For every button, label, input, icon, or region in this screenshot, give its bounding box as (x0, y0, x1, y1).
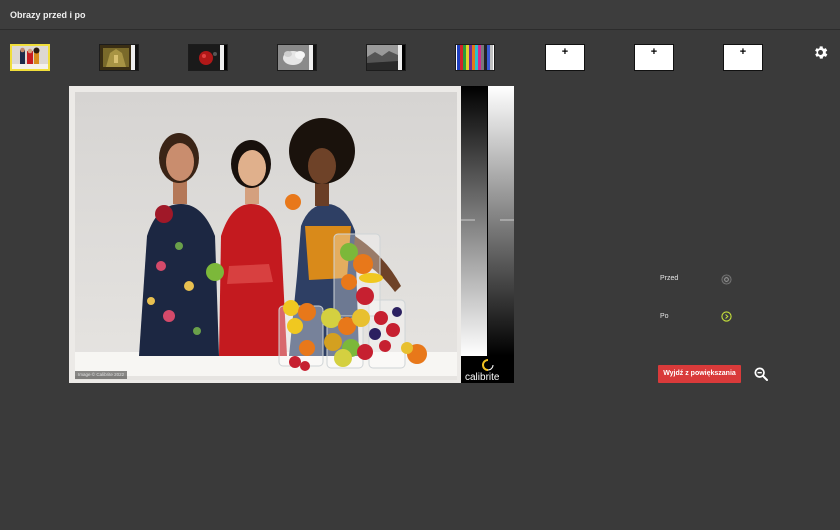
before-after-photo: Image © Calibrite 2022 (69, 86, 461, 383)
thumbnail-image (100, 45, 138, 70)
thumbnail-interior[interactable] (99, 44, 139, 71)
thumbnail-empty-slot-2[interactable]: + (634, 44, 674, 71)
thumbnail-group-portrait[interactable] (10, 44, 50, 71)
before-label: Przed (660, 275, 679, 282)
before-radio[interactable] (721, 274, 732, 285)
thumbnail-image (367, 45, 405, 70)
plus-icon: + (739, 46, 747, 58)
after-radio[interactable] (721, 311, 732, 322)
plus-icon: + (650, 46, 658, 58)
thumbnail-red-object[interactable] (188, 44, 228, 71)
thumbnail-bw-landscape[interactable] (366, 44, 406, 71)
exit-zoom-button[interactable]: Wyjdź z powiększania (658, 365, 741, 383)
thumbnail-image (12, 46, 48, 69)
thumbnail-color-bars[interactable] (455, 44, 495, 71)
thumbnail-image (189, 45, 227, 70)
calibrite-logo-icon (482, 358, 495, 372)
photo-scene (69, 86, 461, 383)
thumbnail-white-objects[interactable] (277, 44, 317, 71)
window-title: Obrazy przed i po (10, 10, 86, 20)
image-viewer[interactable]: Image © Calibrite 2022 calibrite (69, 86, 514, 383)
grayscale-strip (461, 86, 514, 383)
plus-icon: + (561, 46, 569, 58)
thumbnail-empty-slot-1[interactable]: + (545, 44, 585, 71)
thumbnail-image (278, 45, 316, 70)
thumbnail-empty-slot-3[interactable]: + (723, 44, 763, 71)
gradient-ramp (461, 86, 514, 356)
zoom-out-icon[interactable] (753, 366, 769, 382)
thumbnail-image (456, 45, 494, 70)
gear-icon[interactable] (812, 44, 829, 61)
title-bar: Obrazy przed i po (0, 0, 840, 30)
copyright-label: Image © Calibrite 2022 (75, 371, 128, 379)
calibrite-brand-label: calibrite (465, 372, 500, 383)
after-label: Po (660, 313, 669, 320)
